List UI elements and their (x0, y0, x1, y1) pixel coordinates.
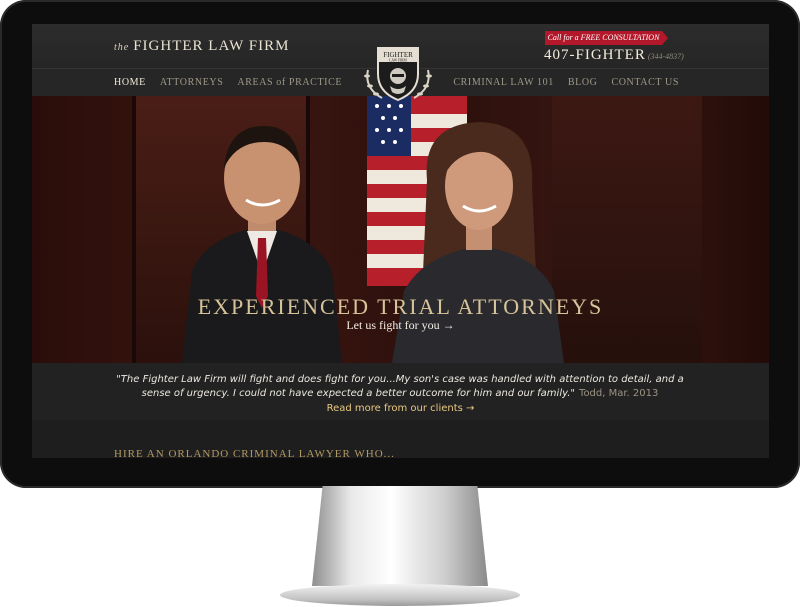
nav-item-attorneys[interactable]: ATTORNEYS (160, 77, 224, 88)
phone-number[interactable]: 407-FIGHTER (344-4837) (544, 47, 684, 64)
free-consultation-badge[interactable]: Call for a FREE CONSULTATION (545, 31, 668, 45)
testimonial-quote: "The Fighter Law Firm will fight and doe… (110, 373, 690, 401)
logo-name: FIGHTER LAW FIRM (133, 38, 290, 54)
hero-banner: EXPERIENCED TRIAL ATTORNEYS Let us fight… (32, 96, 769, 363)
monitor-stand (312, 486, 488, 586)
content-section: HIRE AN ORLANDO CRIMINAL LAWYER WHO... (32, 420, 769, 458)
quote-author: Todd, Mar. 2013 (579, 388, 659, 399)
nav-item-areas-of-practice[interactable]: AREAS of PRACTICE (237, 77, 342, 88)
phone-label: 407-FIGHTER (544, 47, 646, 63)
site-header: the FIGHTER LAW FIRM Call for a FREE CONS… (32, 24, 769, 102)
nav-left-group: HOME ATTORNEYS AREAS of PRACTICE (114, 77, 342, 88)
crest-text-bottom: LAW FIRM (389, 59, 407, 63)
website-screen: the FIGHTER LAW FIRM Call for a FREE CONS… (32, 24, 769, 458)
hero-title: EXPERIENCED TRIAL ATTORNEYS (197, 294, 604, 319)
phone-digits: (344-4837) (647, 52, 684, 61)
nav-item-home[interactable]: HOME (114, 77, 146, 88)
testimonial-bar: "The Fighter Law Firm will fight and doe… (32, 363, 769, 420)
monitor-stand-base (280, 584, 520, 606)
hero-cta-link[interactable]: Let us fight for you → (32, 318, 769, 333)
nav-right-group: CRIMINAL LAW 101 BLOG CONTACT US (453, 77, 679, 88)
read-more-link[interactable]: Read more from our clients → (32, 403, 769, 414)
shield-crest-icon[interactable]: FIGHTER LAW FIRM (360, 40, 436, 104)
section-heading: HIRE AN ORLANDO CRIMINAL LAWYER WHO... (114, 448, 395, 458)
monitor-bezel: the FIGHTER LAW FIRM Call for a FREE CONS… (0, 0, 800, 488)
nav-item-criminal-law-101[interactable]: CRIMINAL LAW 101 (453, 77, 553, 88)
site-logo[interactable]: the FIGHTER LAW FIRM (114, 38, 289, 55)
nav-item-contact-us[interactable]: CONTACT US (611, 77, 679, 88)
nav-item-blog[interactable]: BLOG (568, 77, 598, 88)
logo-prefix: the (114, 42, 130, 53)
